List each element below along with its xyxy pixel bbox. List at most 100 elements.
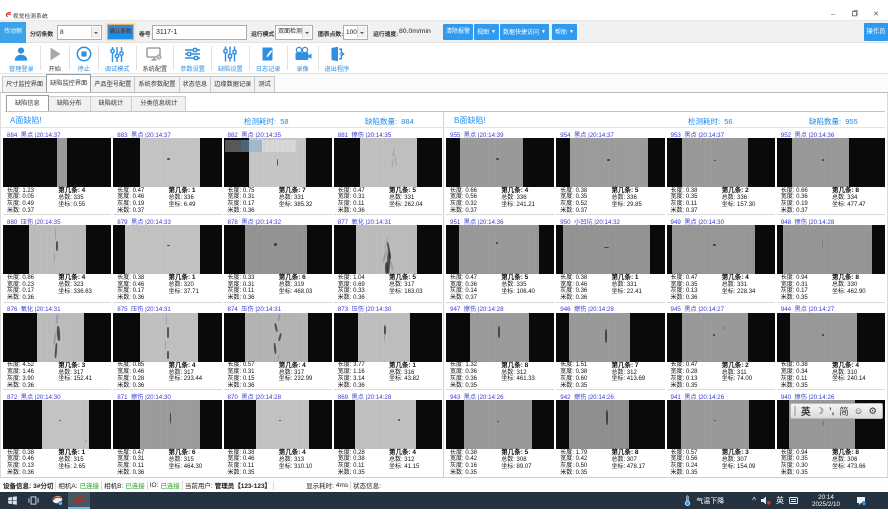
defect-cell-881[interactable]: 881 擦伤 |20:14:35长度: 0.47宽度: 0.31灰度: 0.11… — [334, 128, 442, 215]
defect-cell-955[interactable]: 955 黑点 |20:14:39长度: 0.66宽度: 0.56灰度: 0.32… — [446, 128, 554, 215]
minimize-button[interactable]: – — [827, 10, 839, 20]
defect-cell-946[interactable]: 946 擦伤 |20:14:28长度: 1.51宽度: 0.38灰度: 0.60… — [556, 303, 664, 390]
defect-image[interactable] — [556, 138, 664, 187]
ime-emoji-icon[interactable]: ☺ — [854, 406, 864, 417]
defect-cell-945[interactable]: 945 黑点 |20:14:27长度: 0.47宽度: 0.28灰度: 0.13… — [667, 303, 775, 390]
tab-系统参数配置[interactable]: 系统参数配置 — [134, 76, 179, 92]
defect-cell-870[interactable]: 870 黑点 |20:14:28长度: 0.38宽度: 0.46灰度: 0.11… — [224, 390, 332, 477]
defect-image[interactable] — [777, 313, 885, 362]
defect-cell-876[interactable]: 876 氧化 |20:14:31长度: 4.52宽度: 1.46灰度: 3.90… — [3, 303, 111, 390]
defect-image[interactable] — [556, 313, 664, 362]
defect-image[interactable] — [224, 225, 332, 274]
tab-产品型号配置[interactable]: 产品型号配置 — [90, 76, 135, 92]
ime-simplified-toggle[interactable]: 简 — [839, 404, 849, 418]
defect-image[interactable] — [446, 313, 554, 362]
defect-cell-943[interactable]: 943 黑点 |20:14:26长度: 0.38宽度: 0.42灰度: 0.16… — [446, 390, 554, 477]
defect-cell-879[interactable]: 879 黑点 |20:14:33长度: 0.38宽度: 0.46灰度: 0.17… — [113, 215, 221, 302]
data-access-menu-button[interactable]: 数据快捷访问▼ — [500, 24, 549, 40]
defect-image[interactable] — [667, 400, 775, 449]
defect-cell-883[interactable]: 883 黑点 |20:14:37长度: 0.47宽度: 0.46灰度: 0.19… — [113, 128, 221, 215]
ime-lang-indicator[interactable]: 英 — [776, 495, 784, 506]
maximize-button[interactable] — [849, 10, 861, 20]
defect-cell-949[interactable]: 949 黑点 |20:14:30长度: 0.47宽度: 0.35灰度: 0.13… — [667, 215, 775, 302]
defect-image[interactable] — [3, 313, 111, 362]
action-sliders-horizontal[interactable]: 参数设置 — [174, 43, 211, 73]
defect-cell-948[interactable]: 948 擦伤 |20:14:28长度: 0.94宽度: 0.31灰度: 0.17… — [777, 215, 885, 302]
ime-moon-icon[interactable]: ☽ — [815, 406, 824, 417]
defect-image[interactable] — [224, 400, 332, 449]
defect-image[interactable] — [3, 400, 111, 449]
defect-image[interactable] — [446, 138, 554, 187]
view-menu-button[interactable]: 视图▼ — [474, 24, 499, 40]
help-menu-button[interactable]: 帮助▼ — [552, 24, 577, 40]
defect-cell-884[interactable]: 884 黑点 |20:14:37长度: 1.23宽度: 0.05灰度: 0.49… — [3, 128, 111, 215]
close-button[interactable]: ✕ — [870, 10, 882, 20]
panel-a-title[interactable]: A面缺陷! — [10, 115, 42, 126]
defect-image[interactable] — [556, 400, 664, 449]
subtab-分类信息统计[interactable]: 分类信息统计 — [131, 96, 186, 111]
ime-settings-icon[interactable]: ⚙ — [868, 406, 877, 417]
defect-image[interactable] — [224, 138, 332, 187]
defect-image[interactable] — [334, 225, 442, 274]
volume-icon[interactable] — [761, 496, 771, 505]
clear-alarm-button[interactable]: 清除报警 — [443, 24, 473, 40]
tab-尺寸监控界面[interactable]: 尺寸监控界面 — [2, 76, 47, 92]
operator-button[interactable]: 操作员 — [864, 23, 888, 41]
task-view-button[interactable] — [23, 492, 43, 509]
panel-b-title[interactable]: B面缺陷! — [454, 115, 486, 126]
defect-cell-877[interactable]: 877 氧化 |20:14:31长度: 1.04宽度: 0.69灰度: 0.33… — [334, 215, 442, 302]
action-log-book[interactable]: 日志记录 — [250, 43, 287, 73]
confirm-count-button[interactable]: 确认条数 — [107, 24, 134, 40]
defect-image[interactable] — [334, 400, 442, 449]
defect-cell-950[interactable]: 950 小凹坑 |20:14:32长度: 0.38宽度: 0.46灰度: 0.3… — [556, 215, 664, 302]
defect-cell-880[interactable]: 880 压伤 |20:14:35长度: 0.86宽度: 0.23灰度: 0.17… — [3, 215, 111, 302]
defect-cell-874[interactable]: 874 压伤 |20:14:31长度: 0.57宽度: 0.31灰度: 0.15… — [224, 303, 332, 390]
defect-image[interactable] — [667, 138, 775, 187]
drive-side-button[interactable]: 传动侧 — [0, 22, 26, 43]
defect-cell-941[interactable]: 941 黑点 |20:14:26长度: 0.57宽度: 0.56灰度: 0.24… — [667, 390, 775, 477]
subtab-缺陷统计[interactable]: 缺陷统计 — [90, 96, 133, 111]
action-stop[interactable]: 停止 — [70, 43, 98, 73]
ime-lang-toggle[interactable]: 英 — [801, 404, 811, 418]
defect-image[interactable] — [556, 225, 664, 274]
chart-points-select[interactable]: 100 — [343, 25, 368, 40]
tray-expand-chevron[interactable]: ^ — [752, 496, 756, 505]
defect-image[interactable] — [334, 138, 442, 187]
defect-cell-878[interactable]: 878 黑点 |20:14:32长度: 0.33宽度: 0.31灰度: 0.11… — [224, 215, 332, 302]
defect-cell-882[interactable]: 882 黑点 |20:14:35长度: 0.75宽度: 0.31灰度: 0.17… — [224, 128, 332, 215]
action-play[interactable]: 开始 — [41, 43, 69, 73]
defect-cell-875[interactable]: 875 压伤 |20:14:31长度: 0.85宽度: 0.46灰度: 0.28… — [113, 303, 221, 390]
defect-cell-952[interactable]: 952 黑点 |20:14:36长度: 0.66宽度: 0.36灰度: 0.19… — [777, 128, 885, 215]
strip-count-select[interactable]: 8 — [57, 25, 102, 40]
defect-image[interactable] — [113, 313, 221, 362]
defect-cell-953[interactable]: 953 黑点 |20:14:37长度: 0.38宽度: 0.35灰度: 0.11… — [667, 128, 775, 215]
defect-image[interactable] — [3, 225, 111, 274]
roll-number-input[interactable]: 3117-1 — [152, 25, 247, 40]
defect-cell-942[interactable]: 942 擦伤 |20:14:26长度: 1.79宽度: 0.42灰度: 0.50… — [556, 390, 664, 477]
ime-toolbar[interactable]: 英 ☽ ’, 简 ☺ ⚙ — [790, 403, 883, 419]
defect-cell-872[interactable]: 872 黑点 |20:14:30长度: 0.38宽度: 0.46灰度: 0.13… — [3, 390, 111, 477]
ime-punct-toggle[interactable]: ’, — [829, 406, 834, 417]
defect-image[interactable] — [224, 313, 332, 362]
defect-image[interactable] — [3, 138, 111, 187]
taskbar-app-drawing[interactable] — [49, 492, 67, 509]
action-sliders-vertical[interactable]: 调试模式 — [99, 43, 136, 73]
tab-测试[interactable]: 测试 — [254, 76, 274, 92]
notification-icon[interactable] — [856, 496, 866, 506]
defect-image[interactable] — [667, 313, 775, 362]
defect-cell-951[interactable]: 951 黑点 |20:14:36长度: 0.47宽度: 0.36灰度: 0.14… — [446, 215, 554, 302]
defect-image[interactable] — [334, 313, 442, 362]
defect-cell-871[interactable]: 871 擦伤 |20:14:30长度: 0.47宽度: 0.31灰度: 0.11… — [113, 390, 221, 477]
defect-cell-869[interactable]: 869 黑点 |20:14:28长度: 0.28宽度: 0.38灰度: 0.11… — [334, 390, 442, 477]
start-button[interactable] — [2, 492, 22, 509]
weather-text[interactable]: 气温下降 — [696, 496, 724, 506]
defect-cell-947[interactable]: 947 擦伤 |20:14:28长度: 1.32宽度: 0.36灰度: 0.36… — [446, 303, 554, 390]
defect-image[interactable] — [113, 225, 221, 274]
defect-image[interactable] — [777, 225, 885, 274]
ime-keyboard-icon[interactable] — [789, 496, 798, 505]
defect-image[interactable] — [446, 400, 554, 449]
run-mode-select[interactable]: 双面检测 — [275, 25, 313, 40]
defect-cell-954[interactable]: 954 黑点 |20:14:37长度: 0.38宽度: 0.35灰度: 0.52… — [556, 128, 664, 215]
clock[interactable]: 20:142025/2/10 — [812, 494, 840, 508]
action-sliders-vertical2[interactable]: 缺陷设置 — [212, 43, 249, 73]
